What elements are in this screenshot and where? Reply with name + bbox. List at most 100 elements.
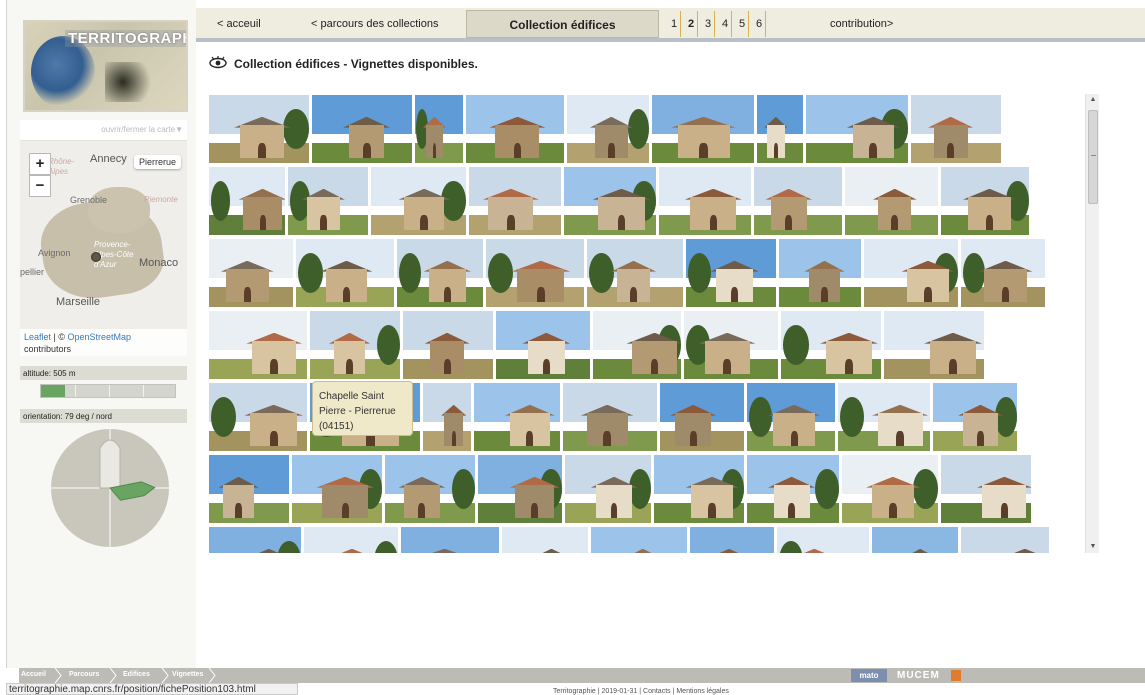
thumbnail-tree [441, 180, 466, 222]
chapel-thumbnail[interactable] [591, 527, 687, 553]
chapel-thumbnail[interactable] [292, 455, 382, 523]
page-link-4[interactable]: 4 [719, 11, 732, 37]
zoom-out-button[interactable]: − [29, 175, 51, 197]
thumbnail-door [790, 430, 798, 446]
chapel-thumbnail[interactable] [310, 311, 400, 379]
chapel-thumbnail[interactable] [209, 311, 307, 379]
page-link-1[interactable]: 1 [668, 11, 681, 37]
chapel-thumbnail[interactable] [209, 455, 289, 523]
chapel-thumbnail[interactable] [593, 311, 681, 379]
chapel-thumbnail[interactable] [941, 455, 1031, 523]
chapel-thumbnail[interactable] [777, 527, 869, 553]
chapel-thumbnail[interactable] [209, 383, 307, 451]
nav-home-link[interactable]: < acceuil [217, 18, 261, 30]
chapel-thumbnail[interactable] [838, 383, 930, 451]
chapel-thumbnail[interactable] [941, 167, 1029, 235]
nav-collections-link[interactable]: < parcours des collections [311, 18, 438, 30]
chapel-thumbnail[interactable] [496, 311, 590, 379]
chapel-thumbnail[interactable] [304, 527, 398, 553]
scrollbar-thumb[interactable] [1088, 110, 1098, 204]
chapel-thumbnail[interactable] [933, 383, 1017, 451]
chapel-thumbnail[interactable] [757, 95, 803, 163]
chapel-thumbnail[interactable] [845, 167, 938, 235]
chapel-thumbnail[interactable] [567, 95, 649, 163]
partner-logo-mato[interactable]: mato [851, 669, 887, 682]
chapel-thumbnail[interactable] [403, 311, 493, 379]
chapel-thumbnail[interactable] [686, 239, 776, 307]
breadcrumb-edifices[interactable]: Edifices [123, 671, 150, 678]
chapel-thumbnail[interactable] [961, 527, 1049, 553]
chapel-thumbnail[interactable] [296, 239, 394, 307]
chapel-thumbnail[interactable] [654, 455, 744, 523]
chapel-thumbnail[interactable] [209, 167, 285, 235]
chapel-thumbnail[interactable] [209, 95, 309, 163]
chapel-thumbnail[interactable] [502, 527, 588, 553]
breadcrumb-parcours[interactable]: Parcours [69, 671, 99, 678]
chapel-thumbnail[interactable] [401, 527, 499, 553]
location-map[interactable]: Annecy Rhône- Alpes Grenoble Piemonte Av… [20, 140, 187, 356]
map-label-piemonte: Piemonte [144, 195, 178, 204]
breadcrumb-vignettes[interactable]: Vignettes [172, 671, 203, 678]
chapel-thumbnail[interactable] [587, 239, 683, 307]
chapel-thumbnail[interactable] [911, 95, 1001, 163]
chapel-thumbnail[interactable] [754, 167, 842, 235]
nav-current-collection[interactable]: Collection édifices [466, 10, 659, 38]
chapel-thumbnail[interactable] [842, 455, 938, 523]
chapel-thumbnail[interactable] [747, 455, 839, 523]
chapel-thumbnail[interactable] [864, 239, 958, 307]
chapel-thumbnail[interactable] [872, 527, 958, 553]
page-link-5[interactable]: 5 [736, 11, 749, 37]
territographie-logo[interactable]: TERRITOGRAPHIE [23, 20, 188, 112]
chapel-thumbnail[interactable] [371, 167, 466, 235]
partner-logo-mucem[interactable]: MUCEM [897, 670, 940, 681]
chapel-thumbnail[interactable] [312, 95, 412, 163]
thumbnail-tooltip: Chapelle Saint Pierre - Pierrerue (04151… [312, 381, 413, 436]
page-link-3[interactable]: 3 [702, 11, 715, 37]
zoom-in-button[interactable]: + [29, 153, 51, 175]
chapel-thumbnail[interactable] [884, 311, 984, 379]
chapel-thumbnail[interactable] [385, 455, 475, 523]
page-title: Collection édifices - Vignettes disponib… [234, 57, 478, 71]
openstreetmap-link[interactable]: OpenStreetMap [68, 332, 132, 342]
chapel-thumbnail[interactable] [747, 383, 835, 451]
partner-logo-icon[interactable] [951, 670, 961, 681]
leaflet-link[interactable]: Leaflet [24, 332, 51, 342]
chapel-thumbnail[interactable] [415, 95, 463, 163]
chapel-thumbnail[interactable] [565, 455, 651, 523]
chapel-thumbnail[interactable] [660, 383, 744, 451]
chapel-thumbnail[interactable] [209, 527, 301, 553]
chapel-thumbnail[interactable] [478, 455, 562, 523]
thumbnail-door [610, 502, 618, 518]
chapel-thumbnail[interactable] [659, 167, 751, 235]
chapel-thumbnail[interactable] [423, 383, 471, 451]
scroll-up-arrow-icon[interactable]: ▲ [1086, 94, 1100, 106]
map-toggle-link[interactable]: ouvrir/fermer la carte▼ [20, 120, 187, 140]
chapel-thumbnail[interactable] [806, 95, 908, 163]
chapel-thumbnail[interactable] [564, 167, 656, 235]
location-marker-icon[interactable] [91, 252, 101, 262]
chapel-thumbnail[interactable] [474, 383, 560, 451]
breadcrumb-accueil[interactable]: Accueil [21, 671, 46, 678]
chapel-thumbnail[interactable] [652, 95, 754, 163]
page-link-6[interactable]: 6 [753, 11, 766, 37]
scroll-down-arrow-icon[interactable]: ▼ [1086, 541, 1100, 553]
chapel-thumbnail[interactable] [397, 239, 483, 307]
chapel-thumbnail[interactable] [690, 527, 774, 553]
gallery-scrollbar[interactable]: ▲ ▼ [1085, 94, 1099, 553]
nav-contribution-link[interactable]: contribution> [830, 18, 893, 30]
chapel-thumbnail[interactable] [779, 239, 861, 307]
chapel-thumbnail[interactable] [781, 311, 881, 379]
map-label-annecy: Annecy [90, 153, 127, 165]
thumbnail-sky [690, 527, 774, 553]
thumbnail-row [209, 455, 1079, 523]
chapel-thumbnail[interactable] [563, 383, 657, 451]
chapel-thumbnail[interactable] [469, 167, 561, 235]
chapel-thumbnail[interactable] [486, 239, 584, 307]
thumbnail-tree [283, 108, 309, 150]
chapel-thumbnail[interactable] [209, 239, 293, 307]
chapel-thumbnail[interactable] [684, 311, 778, 379]
chapel-thumbnail[interactable] [961, 239, 1045, 307]
chapel-thumbnail[interactable] [466, 95, 564, 163]
page-link-2[interactable]: 2 [685, 11, 698, 37]
chapel-thumbnail[interactable] [288, 167, 368, 235]
